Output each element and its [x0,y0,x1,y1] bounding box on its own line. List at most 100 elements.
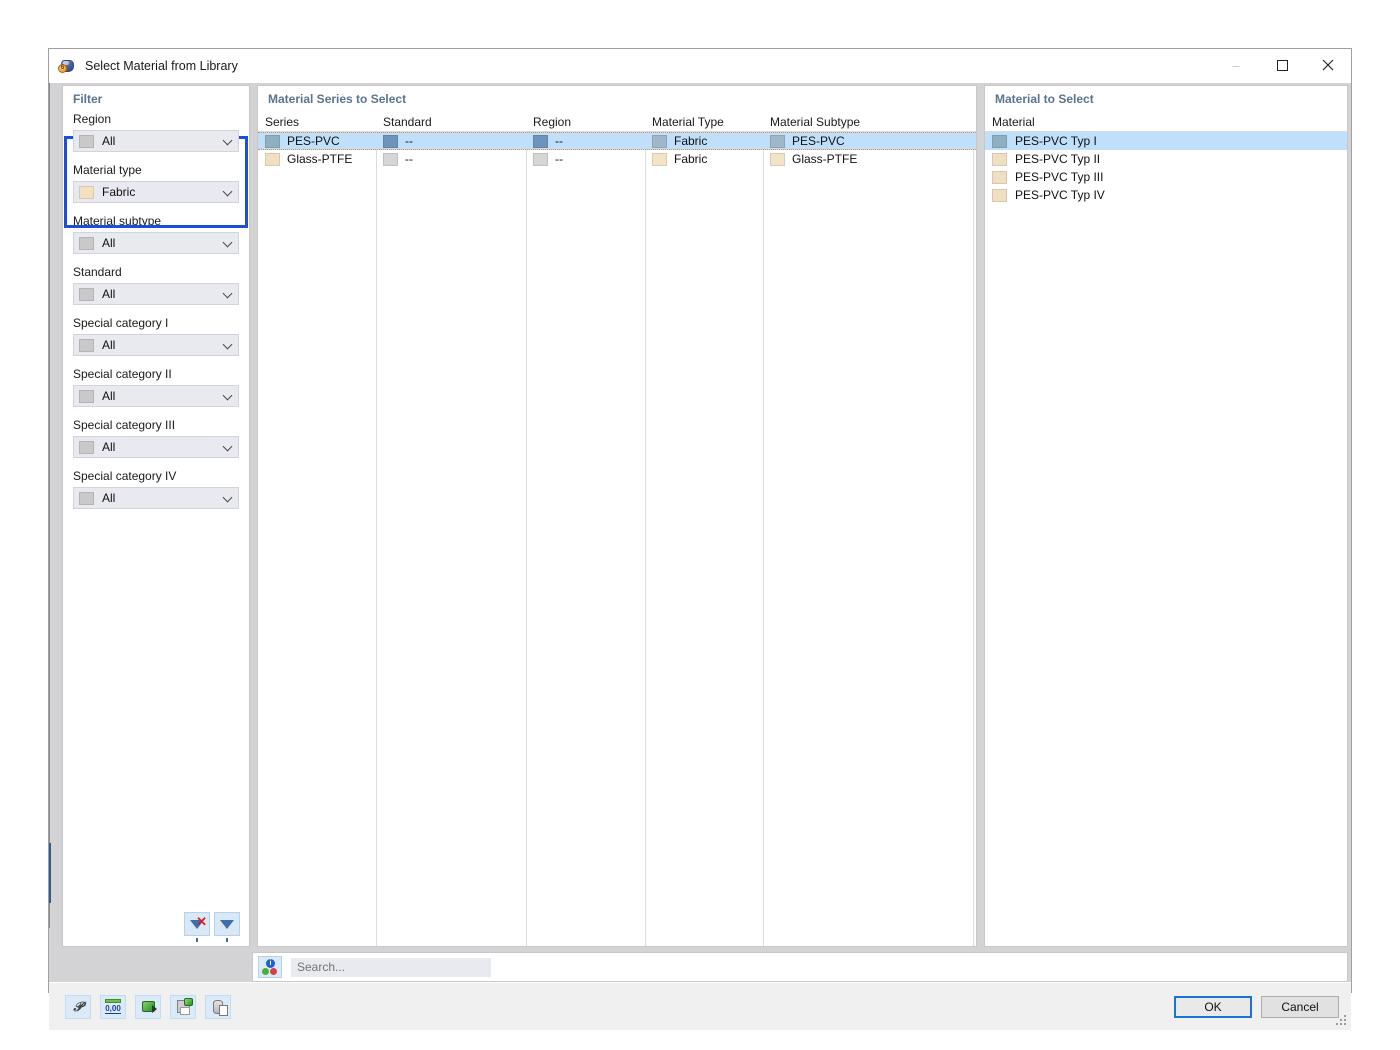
series-swatch [265,152,280,166]
special-category-2-value: All [102,389,116,403]
chevron-down-icon [222,492,234,504]
cell-text: PES-PVC [287,134,340,148]
filter-select-material-type[interactable]: Fabric [73,181,239,203]
list-item[interactable]: PES-PVC Typ IV [985,186,1347,204]
close-button[interactable] [1305,49,1351,81]
material-subtype-value: All [102,236,116,250]
special-category-4-value: All [102,491,116,505]
export-material-icon[interactable] [135,994,161,1019]
cell-standard: -- [376,133,526,149]
color-filter-search-icon[interactable]: i [258,956,282,978]
column-divider[interactable] [973,132,974,946]
filter-select-region[interactable]: All [73,130,239,152]
list-item[interactable]: PES-PVC Typ I [985,132,1347,150]
material-series-panel: Material Series to Select Series Standar… [257,85,977,947]
column-header-region[interactable]: Region [526,115,645,129]
content-area: Filter Region All Material type Fabric M… [49,83,1351,947]
filter-group-material-type: Material type Fabric [73,163,239,203]
standard-value: All [102,287,116,301]
filter-group-special-category-2: Special category II All [73,367,239,407]
material-label: PES-PVC Typ II [1015,152,1101,166]
red-x-icon: ✕ [196,914,207,929]
minimize-button[interactable]: – [1213,49,1259,81]
database-import-icon[interactable] [205,994,231,1019]
search-bar: i [252,952,1348,982]
save-material-icon[interactable] [170,994,196,1019]
cell-text: Fabric [674,152,708,166]
series-grid-body: PES-PVC -- -- Fabric PES-PVC Glass-PTFE … [258,132,976,946]
column-header-material[interactable]: Material [985,115,1035,129]
material-label: PES-PVC Typ I [1015,134,1097,148]
filter-select-special-category-2[interactable]: All [73,385,239,407]
filter-select-special-category-4[interactable]: All [73,487,239,509]
maximize-button[interactable] [1259,49,1305,81]
window-controls: – [1213,49,1351,81]
column-header-standard[interactable]: Standard [376,115,526,129]
cell-text: -- [405,134,413,148]
cell-text: Fabric [674,134,708,148]
column-header-material-type[interactable]: Material Type [645,115,763,129]
cancel-button[interactable]: Cancel [1261,995,1339,1018]
column-divider[interactable] [376,132,377,946]
special-category-2-swatch [79,389,94,403]
dialog-buttons: OK Cancel [1174,995,1339,1018]
cell-text: -- [555,152,563,166]
list-item[interactable]: PES-PVC Typ III [985,168,1347,186]
standard-swatch [79,287,94,301]
filter-select-standard[interactable]: All [73,283,239,305]
clear-filter-button[interactable]: ✕ [184,912,210,942]
cell-material-subtype: PES-PVC [763,133,973,149]
table-row[interactable]: PES-PVC -- -- Fabric PES-PVC [258,132,976,150]
filter-select-material-subtype[interactable]: All [73,232,239,254]
library-material-icon: 6 [58,57,76,75]
material-list: PES-PVC Typ I PES-PVC Typ II PES-PVC Typ… [985,132,1347,204]
info-badge: i [266,959,275,968]
column-header-series[interactable]: Series [258,115,376,129]
region-value: All [102,134,116,148]
cell-material-subtype: Glass-PTFE [763,150,973,168]
series-panel-title: Material Series to Select [268,92,407,106]
cell-standard: -- [376,150,526,168]
material-label: PES-PVC Typ III [1015,170,1104,184]
series-grid-header: Series Standard Region Material Type Mat… [258,112,976,132]
material-swatch [992,170,1007,184]
material-swatch [992,188,1007,202]
apply-filter-button[interactable] [214,912,240,942]
filter-label-special-category-1: Special category I [73,316,169,330]
filter-group-special-category-3: Special category III All [73,418,239,458]
region-swatch [79,134,94,148]
filter-group-material-subtype: Material subtype All [73,214,239,254]
material-grid-header: Material [985,112,1347,132]
column-divider[interactable] [645,132,646,946]
info-help-icon[interactable]: 𝒫 [65,994,91,1019]
special-category-1-swatch [79,338,94,352]
standard-swatch [383,134,398,148]
table-row[interactable]: Glass-PTFE -- -- Fabric Glass-PTFE [258,150,976,168]
column-header-material-subtype[interactable]: Material Subtype [763,115,973,129]
left-splitter-handle[interactable] [49,843,51,903]
ok-button[interactable]: OK [1174,995,1252,1018]
cell-text: -- [405,152,413,166]
cell-text: PES-PVC [792,134,845,148]
list-item[interactable]: PES-PVC Typ II [985,150,1347,168]
search-input[interactable] [291,957,491,977]
filter-select-special-category-3[interactable]: All [73,436,239,458]
filter-action-bar: ✕ [63,912,249,946]
filter-select-special-category-1[interactable]: All [73,334,239,356]
resize-grip[interactable] [1336,1015,1348,1027]
standard-swatch [383,152,398,166]
column-divider[interactable] [526,132,527,946]
cell-series: PES-PVC [258,133,376,149]
dialog-body: Filter Region All Material type Fabric M… [49,83,1351,982]
dialog-footer: 𝒫 0,00 OK Cancel [49,982,1351,1030]
number-format-icon[interactable]: 0,00 [100,994,126,1019]
cell-text: -- [555,134,563,148]
funnel-icon [220,919,234,942]
cell-region: -- [526,150,645,168]
material-type-value: Fabric [102,185,136,199]
footer-icon-bar: 𝒫 0,00 [65,994,231,1019]
column-divider[interactable] [763,132,764,946]
left-splitter[interactable] [49,83,50,928]
filter-label-material-type: Material type [73,163,142,177]
filter-label-standard: Standard [73,265,122,279]
